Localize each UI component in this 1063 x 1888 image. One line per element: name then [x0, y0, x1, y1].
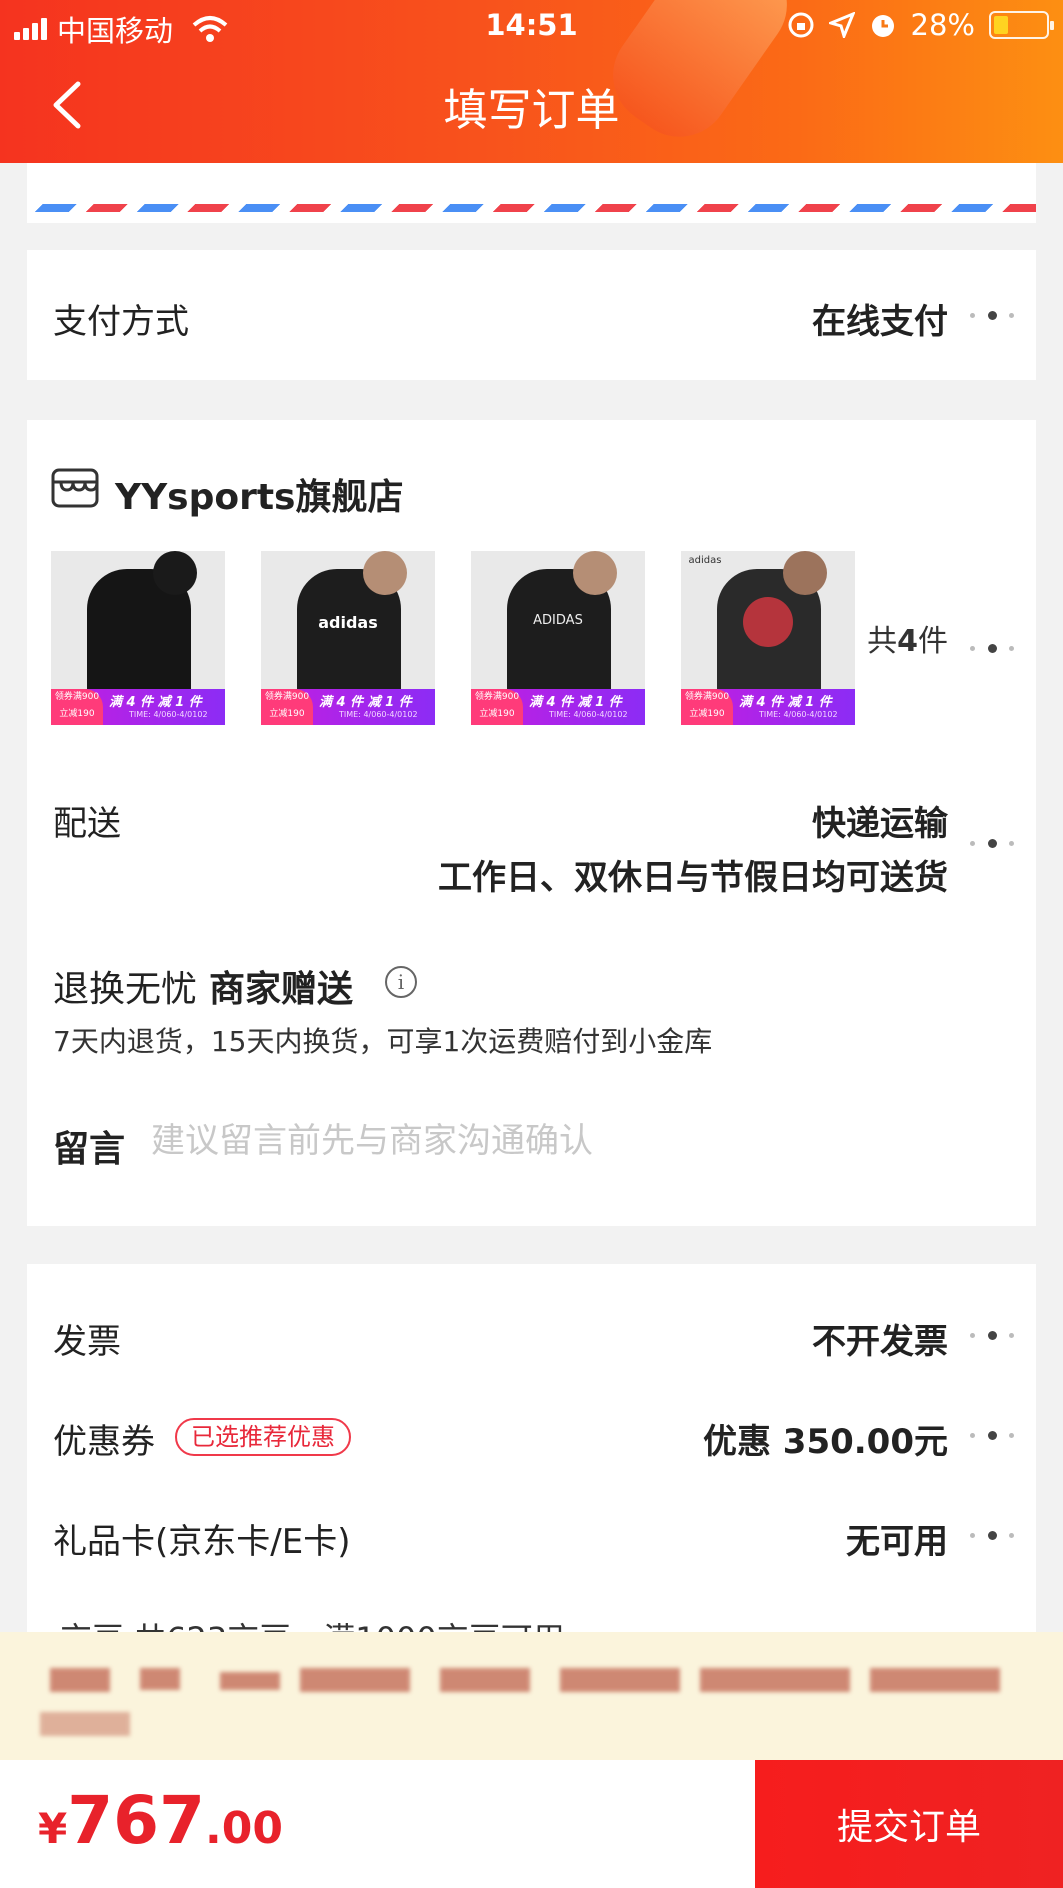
more-icon — [970, 1530, 1014, 1540]
message-input[interactable] — [151, 1116, 851, 1166]
gift-card-value: 无可用 — [846, 1522, 948, 1562]
promo-badge: 领券满900立减190 满 4 件 减 1 件 TIME: 4/060-4/01… — [51, 689, 225, 725]
invoice-value: 不开发票 — [812, 1322, 948, 1362]
promo-badge: 领券满900立减190 满 4 件 减 1 件 TIME: 4/060-4/01… — [261, 689, 435, 725]
product-thumbnail[interactable]: adidas 领券满900立减190 满 4 件 减 1 件 TIME: 4/0… — [261, 551, 435, 725]
gift-card-row[interactable]: 礼品卡(京东卡/E卡) 无可用 — [27, 1464, 1036, 1564]
invoice-row[interactable]: 发票 不开发票 — [27, 1264, 1036, 1364]
invoice-label: 发票 — [53, 1322, 121, 1362]
more-icon — [970, 310, 1014, 320]
more-icon — [970, 838, 1014, 848]
shipping-schedule[interactable]: 工作日、双休日与节假日均可送货 — [438, 850, 948, 899]
notice-banner-blurred — [0, 1632, 1063, 1760]
product-thumbnail[interactable]: adidas 领券满900立减190 满 4 件 减 1 件 TIME: 4/0… — [681, 551, 855, 725]
submit-order-button[interactable]: 提交订单 — [755, 1760, 1063, 1888]
returns-description: 7天内退货，15天内换货，可享1次运费赔付到小金库 — [53, 1025, 713, 1058]
product-thumbnail[interactable]: 领券满900立减190 满 4 件 减 1 件 TIME: 4/060-4/01… — [51, 551, 225, 725]
shipping-method[interactable]: 快递运输 — [812, 796, 948, 845]
product-thumbnail[interactable]: ADIDAS 领券满900立减190 满 4 件 减 1 件 TIME: 4/0… — [471, 551, 645, 725]
page-title: 填写订单 — [443, 85, 620, 136]
address-card-tail[interactable] — [27, 163, 1036, 223]
status-bar: 中国移动 14:51 28% — [0, 0, 1063, 52]
promo-badge: 领券满900立减190 满 4 件 减 1 件 TIME: 4/060-4/01… — [681, 689, 855, 725]
store-icon — [51, 468, 99, 508]
coupon-tag: 已选推荐优惠 — [175, 1418, 351, 1456]
item-count[interactable]: 共4件 — [867, 616, 948, 660]
coupon-value: 优惠 350.00元 — [702, 1422, 948, 1462]
gift-card-label: 礼品卡(京东卡/E卡) — [53, 1522, 351, 1562]
payment-value: 在线支付 — [812, 302, 948, 342]
message-label: 留言 — [53, 1129, 126, 1170]
store-name[interactable]: YYsports旗舰店 — [115, 468, 403, 520]
battery-percent: 28% — [910, 8, 975, 42]
returns-service: 商家赠送 — [209, 969, 354, 1010]
airmail-divider — [27, 204, 1036, 212]
returns-label: 退换无忧 — [53, 969, 198, 1010]
shipping-label: 配送 — [53, 804, 121, 844]
coupon-row[interactable]: 优惠券 已选推荐优惠 优惠 350.00元 — [27, 1364, 1036, 1464]
battery-icon — [989, 11, 1054, 39]
more-icon — [970, 1330, 1014, 1340]
promo-badge: 领券满900立减190 满 4 件 减 1 件 TIME: 4/060-4/01… — [471, 689, 645, 725]
coupon-label: 优惠券 — [53, 1422, 155, 1462]
alarm-icon — [871, 15, 894, 37]
header: 中国移动 14:51 28% 填写订单 — [0, 0, 1063, 163]
more-icon — [970, 643, 1014, 653]
payment-row[interactable]: 支付方式 在线支付 — [27, 250, 1036, 380]
info-icon[interactable]: i — [385, 966, 417, 998]
location-icon — [828, 12, 855, 38]
total-price: ¥767.00 — [38, 1782, 283, 1859]
payment-label: 支付方式 — [53, 302, 189, 342]
more-icon — [970, 1430, 1014, 1440]
rotation-lock-icon — [788, 12, 814, 38]
billing-card: 发票 不开发票 优惠券 已选推荐优惠 优惠 350.00元 礼品卡(京东卡/E卡… — [27, 1264, 1036, 1634]
store-card: YYsports旗舰店 领券满900立减190 满 4 件 减 1 件 TIME… — [27, 420, 1036, 1226]
